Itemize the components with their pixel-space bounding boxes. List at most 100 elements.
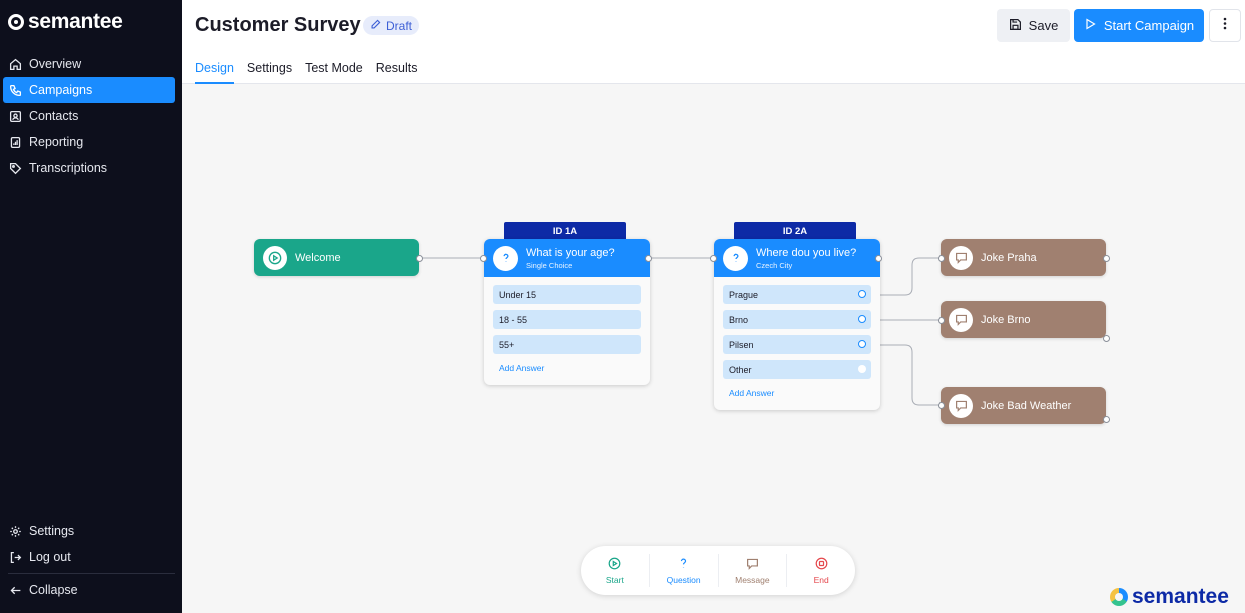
more-options-button[interactable]: [1209, 9, 1241, 42]
message-node-label: Joke Bad Weather: [981, 399, 1072, 412]
sidebar-nav: Overview Campaigns Contacts Reporting Tr…: [3, 51, 175, 181]
answer-port[interactable]: [858, 315, 866, 323]
sidebar-item-label: Campaigns: [29, 83, 93, 97]
answer-list: Prague Brno Pilsen Other Add Answer: [714, 277, 880, 410]
collapse-button[interactable]: Collapse: [3, 577, 175, 603]
toolbar-message-button[interactable]: Message: [719, 554, 788, 587]
question-title: What is your age?: [526, 246, 615, 259]
play-icon: [263, 245, 287, 270]
toolbar-label: Start: [605, 574, 624, 585]
input-port[interactable]: [938, 255, 945, 262]
sidebar-item-label: Overview: [29, 57, 82, 71]
sidebar-item-contacts[interactable]: Contacts: [3, 103, 175, 129]
pencil-icon: [370, 19, 381, 33]
start-node-welcome[interactable]: Welcome: [254, 239, 419, 276]
add-answer-link[interactable]: Add Answer: [493, 360, 641, 379]
question-node-age[interactable]: What is your age? Single Choice Under 15…: [484, 239, 650, 385]
stop-icon: [815, 557, 828, 572]
sidebar-bottom-nav: Settings Log out: [3, 518, 175, 570]
question-subtitle: Single Choice: [526, 260, 573, 270]
answer-item[interactable]: 55+: [493, 335, 641, 354]
toolbar-end-button[interactable]: End: [787, 554, 855, 587]
sidebar-item-logout[interactable]: Log out: [3, 544, 175, 570]
message-icon: [949, 393, 973, 418]
tab-test-mode[interactable]: Test Mode: [305, 61, 363, 84]
message-node-joke-praha[interactable]: Joke Praha: [941, 239, 1106, 276]
sidebar-item-label: Log out: [29, 550, 71, 564]
answer-label: Brno: [729, 314, 749, 325]
input-port[interactable]: [710, 255, 717, 262]
logout-icon: [9, 551, 22, 564]
message-icon: [746, 557, 759, 572]
output-port[interactable]: [645, 255, 652, 262]
input-port[interactable]: [938, 317, 945, 324]
sidebar-item-reporting[interactable]: Reporting: [3, 129, 175, 155]
brand-logo-icon: [1110, 588, 1128, 606]
tab-design[interactable]: Design: [195, 61, 234, 84]
question-title: Where dou you live?: [756, 246, 857, 259]
output-port[interactable]: [1103, 255, 1110, 262]
answer-item[interactable]: Other: [723, 360, 871, 379]
answer-label: Prague: [729, 289, 759, 300]
answer-item[interactable]: Pilsen: [723, 335, 871, 354]
output-port[interactable]: [875, 255, 882, 262]
start-campaign-label: Start Campaign: [1103, 18, 1195, 33]
output-port[interactable]: [1103, 335, 1110, 342]
tab-results[interactable]: Results: [376, 61, 418, 84]
brand-logo-text: semantee: [1132, 585, 1229, 608]
question-icon: [677, 557, 690, 572]
arrow-left-icon: [9, 584, 22, 597]
answer-list: Under 15 18 - 55 55+ Add Answer: [484, 277, 650, 385]
answer-label: 18 - 55: [499, 314, 528, 325]
play-icon: [1084, 18, 1096, 33]
question-node-city[interactable]: Where dou you live? Czech City Prague Br…: [714, 239, 880, 410]
save-icon: [1009, 18, 1022, 34]
answer-port[interactable]: [858, 340, 866, 348]
output-port[interactable]: [1103, 416, 1110, 423]
play-icon: [608, 557, 621, 572]
toolbar-question-button[interactable]: Question: [650, 554, 719, 587]
save-button[interactable]: Save: [997, 9, 1070, 42]
input-port[interactable]: [938, 402, 945, 409]
question-icon: [723, 245, 748, 271]
tab-settings[interactable]: Settings: [247, 61, 292, 84]
answer-item[interactable]: 18 - 55: [493, 310, 641, 329]
report-icon: [9, 136, 22, 149]
answer-label: Pilsen: [729, 339, 754, 350]
status-badge[interactable]: Draft: [363, 16, 420, 35]
input-port[interactable]: [480, 255, 487, 262]
sidebar-item-overview[interactable]: Overview: [3, 51, 175, 77]
answer-item[interactable]: Prague: [723, 285, 871, 304]
node-toolbar: Start Question Message End: [581, 546, 855, 595]
sidebar-item-campaigns[interactable]: Campaigns: [3, 77, 175, 103]
answer-item[interactable]: Brno: [723, 310, 871, 329]
output-port[interactable]: [416, 255, 423, 262]
message-icon: [949, 245, 973, 270]
save-button-label: Save: [1028, 18, 1059, 33]
toolbar-start-button[interactable]: Start: [581, 554, 650, 587]
app-logo[interactable]: semantee: [8, 10, 123, 34]
sidebar-item-label: Settings: [29, 524, 75, 538]
kebab-menu-icon: [1223, 17, 1227, 35]
question-header: What is your age? Single Choice: [484, 239, 650, 277]
contact-card-icon: [9, 110, 22, 123]
sidebar-item-settings[interactable]: Settings: [3, 518, 175, 544]
gear-icon: [9, 525, 22, 538]
start-campaign-button[interactable]: Start Campaign: [1074, 9, 1204, 42]
add-answer-link[interactable]: Add Answer: [723, 385, 871, 404]
answer-label: Under 15: [499, 289, 537, 300]
sidebar-item-collapse[interactable]: Collapse: [3, 577, 175, 603]
message-node-joke-bad-weather[interactable]: Joke Bad Weather: [941, 387, 1106, 424]
home-icon: [9, 58, 22, 71]
sidebar-item-label: Transcriptions: [29, 161, 108, 175]
question-header: Where dou you live? Czech City: [714, 239, 880, 277]
answer-label: Other: [729, 364, 752, 375]
answer-port[interactable]: [858, 365, 866, 373]
sidebar-item-transcriptions[interactable]: Transcriptions: [3, 155, 175, 181]
answer-port[interactable]: [858, 290, 866, 298]
message-node-joke-brno[interactable]: Joke Brno: [941, 301, 1106, 338]
answer-item[interactable]: Under 15: [493, 285, 641, 304]
sidebar-item-label: Reporting: [29, 135, 84, 149]
question-subtitle: Czech City: [756, 260, 793, 270]
tab-bar: Design Settings Test Mode Results: [195, 61, 430, 84]
